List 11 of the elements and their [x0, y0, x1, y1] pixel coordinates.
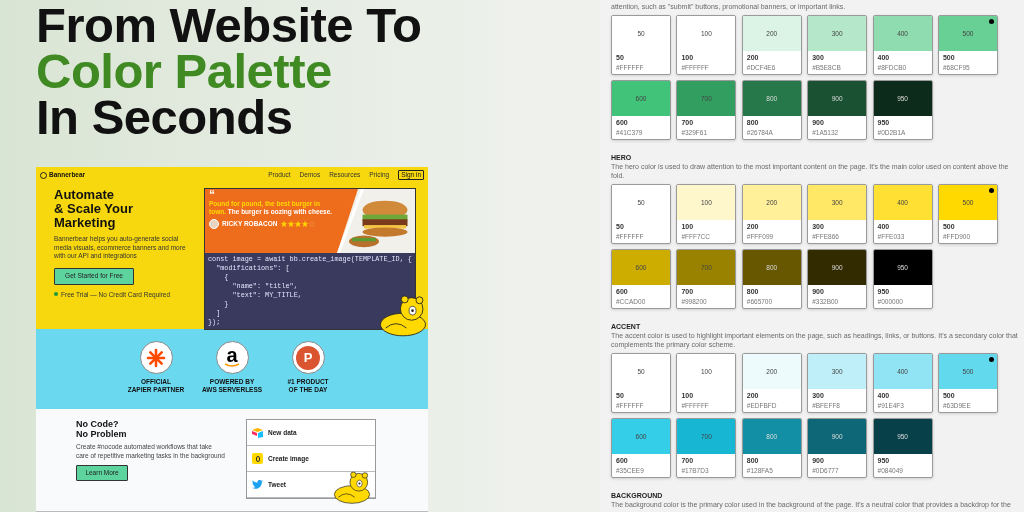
avatar	[209, 219, 219, 229]
logo-letter: P	[296, 345, 320, 370]
headline: From Website To Color Palette In Seconds	[36, 0, 423, 140]
bird-icon	[252, 480, 263, 489]
blocks-icon	[252, 427, 263, 438]
quote-mark: “	[209, 191, 215, 200]
logo-letter: a	[226, 347, 238, 363]
bear-drawing	[377, 293, 428, 337]
asterisk-icon	[146, 347, 166, 368]
nocode-heading: No Code? No Problem	[76, 419, 128, 439]
hero-heading: Automate & Scale Your Marketing	[54, 188, 134, 230]
